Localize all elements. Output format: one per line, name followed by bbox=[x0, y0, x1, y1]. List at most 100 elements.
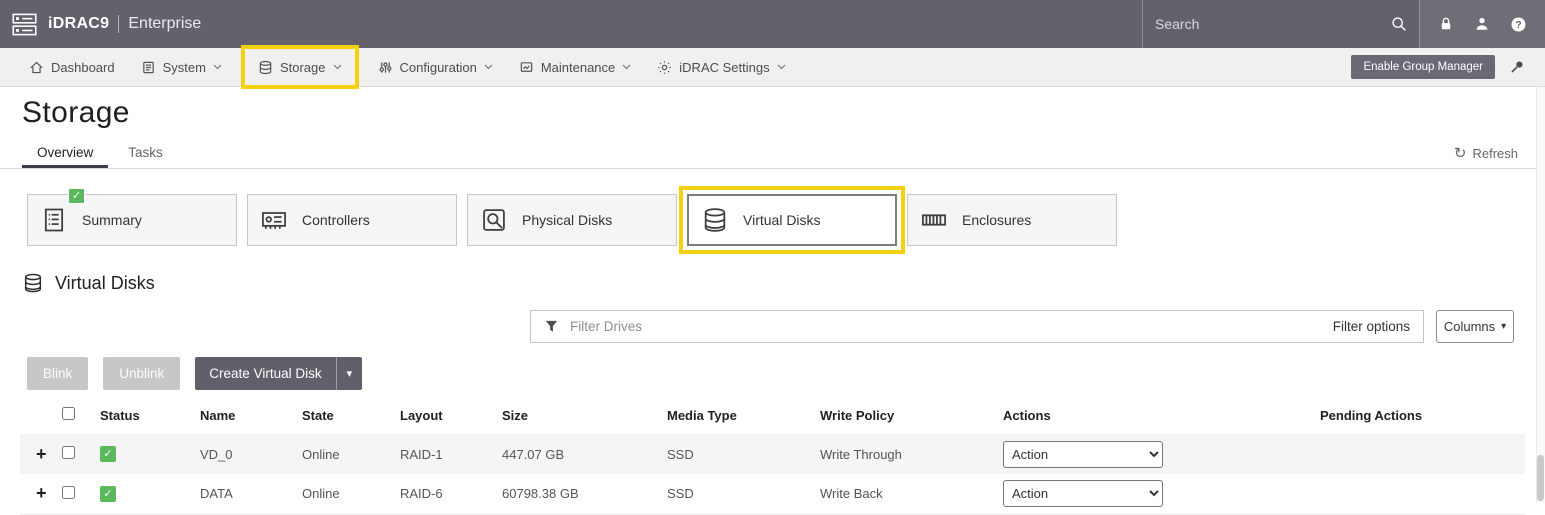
card-label: Enclosures bbox=[962, 212, 1031, 228]
select-all-checkbox[interactable] bbox=[62, 407, 75, 420]
vertical-scrollbar[interactable] bbox=[1536, 87, 1545, 503]
card-label: Controllers bbox=[302, 212, 370, 228]
refresh-icon: ↻ bbox=[1454, 147, 1467, 160]
filter-funnel-icon bbox=[544, 319, 559, 334]
table-header-row: Status Name State Layout Size Media Type… bbox=[20, 396, 1525, 434]
cell-layout: RAID-1 bbox=[386, 434, 488, 474]
row-action-select[interactable]: Action bbox=[1003, 480, 1163, 507]
row-checkbox[interactable] bbox=[62, 446, 75, 459]
card-label: Virtual Disks bbox=[743, 212, 821, 228]
virtual-disks-table: Status Name State Layout Size Media Type… bbox=[20, 396, 1525, 515]
select-all-column-header bbox=[48, 396, 86, 434]
pin-icon[interactable] bbox=[1509, 59, 1525, 75]
status-ok-icon: ✓ bbox=[100, 446, 116, 462]
virtual-disks-section-header: Virtual Disks bbox=[22, 272, 1545, 294]
search-input[interactable] bbox=[1155, 16, 1383, 32]
expand-row-button[interactable]: + bbox=[30, 444, 47, 465]
card-physical-disks[interactable]: Physical Disks bbox=[467, 194, 677, 246]
nav-item-label: System bbox=[163, 60, 206, 75]
column-header-layout: Layout bbox=[386, 396, 488, 434]
cell-layout: RAID-6 bbox=[386, 474, 488, 514]
nav-item-system[interactable]: System bbox=[128, 48, 235, 87]
scrollbar-thumb[interactable] bbox=[1537, 455, 1544, 501]
home-icon bbox=[29, 60, 44, 75]
cell-state: Online bbox=[288, 434, 386, 474]
search-box bbox=[1142, 0, 1419, 48]
chevron-down-icon bbox=[333, 64, 342, 70]
storage-category-cards: ✓ Summary Controllers Physical Disks Vir… bbox=[27, 194, 1545, 246]
filter-drives-input[interactable] bbox=[570, 319, 1322, 334]
nav-item-storage[interactable]: Storage bbox=[245, 49, 355, 85]
brand-name: iDRAC9 bbox=[48, 15, 109, 33]
page-title: Storage bbox=[22, 96, 1545, 130]
cell-write-policy: Write Through bbox=[806, 434, 989, 474]
nav-item-label: Storage bbox=[280, 60, 326, 75]
chevron-down-icon bbox=[213, 64, 222, 70]
chevron-down-icon bbox=[484, 64, 493, 70]
summary-healthy-badge: ✓ bbox=[68, 188, 85, 204]
nav-right-group: Enable Group Manager bbox=[1351, 55, 1535, 79]
summary-icon bbox=[40, 206, 68, 234]
filter-options-link[interactable]: Filter options bbox=[1333, 319, 1410, 334]
cell-media-type: SSD bbox=[653, 474, 806, 514]
brand-divider bbox=[118, 15, 119, 33]
tab-overview[interactable]: Overview bbox=[22, 139, 108, 168]
virtual-disks-icon bbox=[701, 206, 729, 234]
enable-group-manager-button[interactable]: Enable Group Manager bbox=[1351, 55, 1495, 79]
columns-button[interactable]: Columns ▾ bbox=[1436, 310, 1514, 343]
table-row: + ✓ DATA Online RAID-6 60798.38 GB SSD W… bbox=[20, 474, 1525, 514]
idrac-logo-icon bbox=[0, 0, 48, 48]
storage-highlight-annotation: Storage bbox=[241, 45, 359, 89]
column-header-state: State bbox=[288, 396, 386, 434]
card-enclosures[interactable]: Enclosures bbox=[907, 194, 1117, 246]
enclosures-icon bbox=[920, 206, 948, 234]
nav-item-configuration[interactable]: Configuration bbox=[365, 48, 506, 87]
column-header-media-type: Media Type bbox=[653, 396, 806, 434]
column-header-status: Status bbox=[86, 396, 186, 434]
tab-bar: Overview Tasks ↻ Refresh bbox=[0, 139, 1545, 169]
create-virtual-disk-button[interactable]: Create Virtual Disk ▾ bbox=[195, 357, 362, 390]
row-checkbox[interactable] bbox=[62, 486, 75, 499]
nav-item-dashboard[interactable]: Dashboard bbox=[16, 48, 128, 87]
maintenance-icon bbox=[519, 60, 534, 75]
caret-down-icon: ▾ bbox=[1501, 321, 1506, 332]
card-controllers[interactable]: Controllers bbox=[247, 194, 457, 246]
refresh-label: Refresh bbox=[1472, 146, 1518, 161]
row-action-select[interactable]: Action bbox=[1003, 441, 1163, 468]
filter-row: Filter options Columns ▾ bbox=[530, 310, 1514, 343]
refresh-button[interactable]: ↻ Refresh bbox=[1454, 146, 1518, 168]
user-icon[interactable] bbox=[1474, 16, 1490, 32]
system-icon bbox=[141, 60, 156, 75]
tab-tasks[interactable]: Tasks bbox=[113, 139, 178, 168]
filter-box: Filter options bbox=[530, 310, 1424, 343]
section-title: Virtual Disks bbox=[55, 273, 155, 294]
cell-media-type: SSD bbox=[653, 434, 806, 474]
expand-row-button[interactable]: + bbox=[30, 483, 47, 504]
cell-name: DATA bbox=[186, 474, 288, 514]
search-icon[interactable] bbox=[1391, 16, 1407, 32]
brand: iDRAC9 Enterprise bbox=[48, 0, 201, 48]
nav-item-label: Maintenance bbox=[541, 60, 615, 75]
controllers-icon bbox=[260, 206, 288, 234]
virtual-disks-toolbar: Blink Unblink Create Virtual Disk ▾ bbox=[27, 357, 1545, 390]
lock-icon[interactable] bbox=[1438, 16, 1454, 32]
cell-pending-actions bbox=[1306, 474, 1525, 514]
chevron-down-icon bbox=[777, 64, 786, 70]
card-virtual-disks[interactable]: Virtual Disks bbox=[687, 194, 897, 246]
column-header-actions: Actions bbox=[989, 396, 1306, 434]
chevron-down-icon bbox=[622, 64, 631, 70]
nav-item-idrac-settings[interactable]: iDRAC Settings bbox=[644, 48, 798, 87]
card-label: Physical Disks bbox=[522, 212, 612, 228]
card-label: Summary bbox=[82, 212, 142, 228]
unblink-button[interactable]: Unblink bbox=[103, 357, 180, 390]
cell-write-policy: Write Back bbox=[806, 474, 989, 514]
expand-column-header bbox=[20, 396, 48, 434]
cell-pending-actions bbox=[1306, 434, 1525, 474]
column-header-pending-actions: Pending Actions bbox=[1306, 396, 1525, 434]
help-icon[interactable]: ? bbox=[1510, 16, 1527, 33]
nav-item-maintenance[interactable]: Maintenance bbox=[506, 48, 644, 87]
cell-state: Online bbox=[288, 474, 386, 514]
card-summary[interactable]: ✓ Summary bbox=[27, 194, 237, 246]
blink-button[interactable]: Blink bbox=[27, 357, 88, 390]
storage-disks-icon bbox=[258, 60, 273, 75]
